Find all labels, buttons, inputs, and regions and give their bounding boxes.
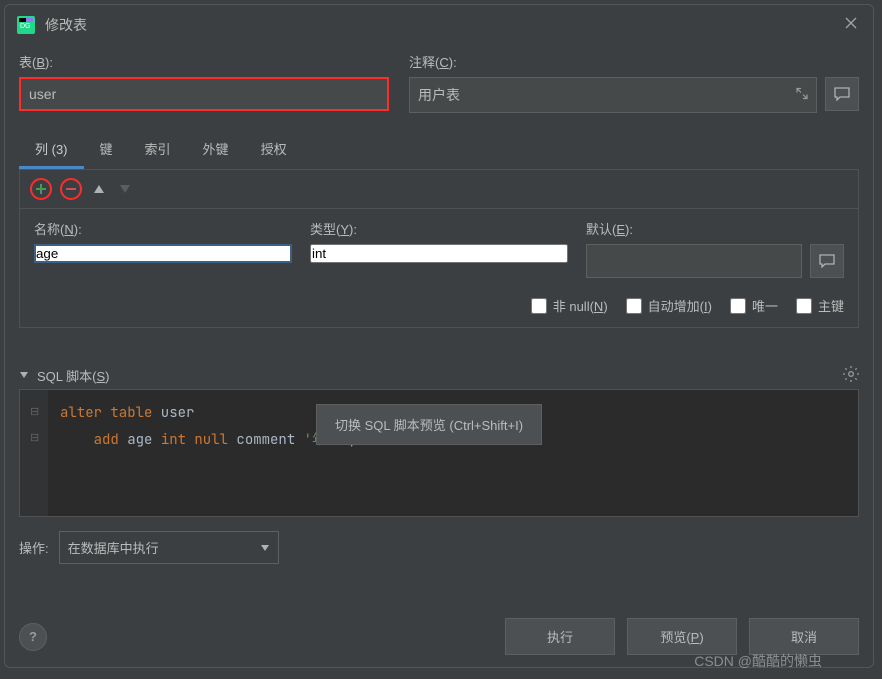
table-label: 表(B):	[19, 52, 389, 71]
comment-label: 注释(C):	[409, 52, 859, 71]
tab-indexes[interactable]: 索引	[129, 131, 187, 169]
primary-check[interactable]: 主键	[796, 296, 844, 315]
close-icon[interactable]	[841, 13, 861, 36]
remove-column-button[interactable]	[60, 178, 82, 200]
unique-check[interactable]: 唯一	[730, 296, 778, 315]
code-gutter: ⊟ ⊟	[20, 390, 48, 516]
type-label: 类型(Y):	[310, 219, 568, 238]
tabs: 列 (3) 键 索引 外键 授权	[19, 131, 859, 170]
move-down-button[interactable]	[116, 180, 134, 198]
tab-columns[interactable]: 列 (3)	[19, 131, 84, 169]
action-label: 操作:	[19, 538, 49, 557]
app-icon: DG	[17, 16, 35, 34]
column-default-input[interactable]	[586, 244, 802, 278]
tab-foreign-keys[interactable]: 外键	[187, 131, 245, 169]
cancel-button[interactable]: 取消	[749, 618, 859, 655]
default-extra-button[interactable]	[810, 244, 844, 278]
name-label: 名称(N):	[34, 219, 292, 238]
move-up-button[interactable]	[90, 180, 108, 198]
window-title: 修改表	[45, 15, 831, 35]
add-column-button[interactable]	[30, 178, 52, 200]
sql-section-label: SQL 脚本(S)	[37, 366, 110, 385]
expand-icon[interactable]	[796, 88, 808, 103]
execute-button[interactable]: 执行	[505, 618, 615, 655]
modify-table-dialog: DG 修改表 表(B): 注释(C): 用户表	[4, 4, 874, 668]
titlebar: DG 修改表	[5, 5, 873, 44]
comment-display[interactable]: 用户表	[418, 85, 460, 105]
table-name-input[interactable]	[19, 77, 389, 111]
comment-extra-button[interactable]	[825, 77, 859, 111]
autoinc-check[interactable]: 自动增加(I)	[626, 296, 712, 315]
action-select[interactable]: 在数据库中执行	[59, 531, 279, 564]
svg-text:DG: DG	[20, 23, 31, 30]
tab-keys[interactable]: 键	[84, 131, 129, 169]
gear-icon[interactable]	[843, 366, 859, 385]
preview-button[interactable]: 预览(P)	[627, 618, 737, 655]
help-button[interactable]: ?	[19, 623, 47, 651]
notnull-check[interactable]: 非 null(N)	[531, 296, 608, 315]
column-type-input[interactable]	[310, 244, 568, 263]
panel-toolbar	[20, 170, 858, 209]
columns-panel: 名称(N): 类型(Y): 默认(E):	[19, 170, 859, 328]
chevron-down-icon	[260, 544, 270, 552]
tooltip: 切换 SQL 脚本预览 (Ctrl+Shift+I)	[316, 404, 542, 445]
watermark: CSDN @酷酷的懒虫	[694, 651, 822, 671]
default-label: 默认(E):	[586, 219, 844, 238]
tab-grants[interactable]: 授权	[245, 131, 303, 169]
column-name-input[interactable]	[34, 244, 292, 263]
sql-collapse-toggle[interactable]	[19, 368, 29, 383]
